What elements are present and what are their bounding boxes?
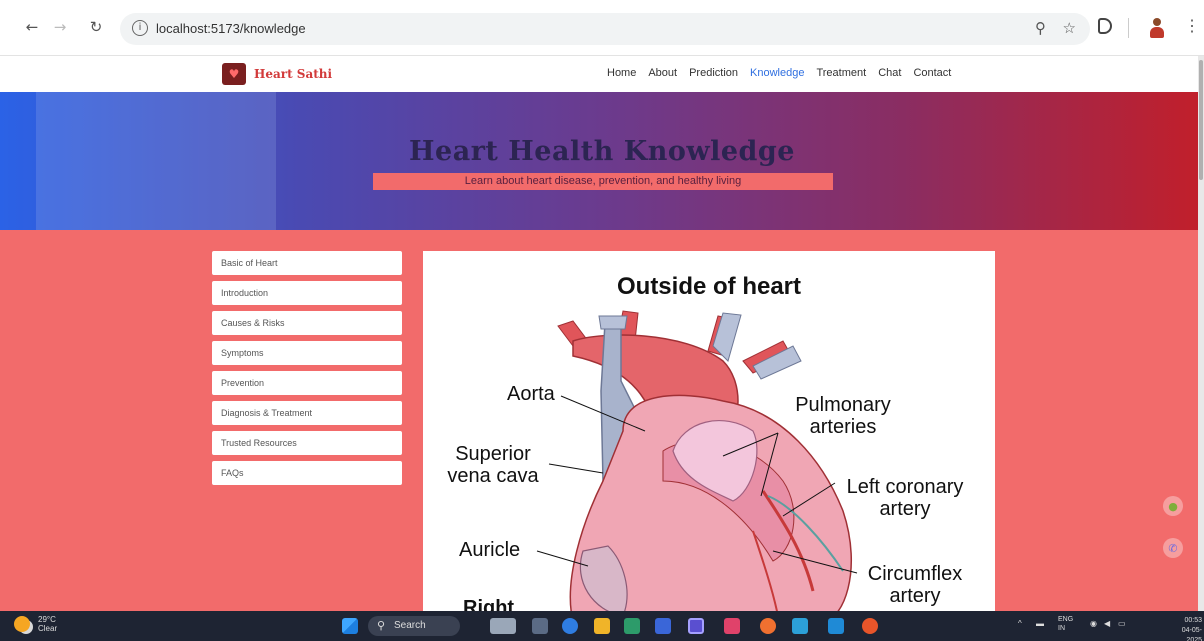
site-header: ♥ Heart Sathi Home About Prediction Know… xyxy=(0,56,1204,92)
nav-knowledge[interactable]: Knowledge xyxy=(750,67,804,79)
label-right: Right xyxy=(463,597,515,611)
forward-icon[interactable]: → xyxy=(50,18,70,36)
nav-about[interactable]: About xyxy=(648,67,677,79)
main-nav: Home About Prediction Knowledge Treatmen… xyxy=(607,67,951,79)
label-pulmonary-arteries: Pulmonary arteries xyxy=(795,394,891,438)
call-float-icon[interactable]: ✆ xyxy=(1163,538,1183,558)
sidebar-item-diagnosis[interactable]: Diagnosis & Treatment xyxy=(212,401,402,425)
chat-float-icon[interactable]: ● xyxy=(1163,496,1183,516)
browser-menu-icon[interactable]: ⋮ xyxy=(1184,16,1200,36)
label-superior-vena-cava: Superior vena cava xyxy=(447,443,539,487)
toolbar-divider xyxy=(1128,18,1129,38)
widgets-icon[interactable] xyxy=(490,618,516,634)
language-code: ENG xyxy=(1058,616,1074,623)
chrome-icon[interactable] xyxy=(760,618,776,634)
language-indicator[interactable]: ENG IN xyxy=(1058,615,1073,633)
sidebar-item-prevention[interactable]: Prevention xyxy=(212,371,402,395)
file-explorer-icon[interactable] xyxy=(594,618,610,634)
app-icon-pink[interactable] xyxy=(724,618,740,634)
os-taskbar: 29°C Clear ⚲ Search ^ ▬ ENG IN ◉ ◀ ▭ 00:… xyxy=(0,611,1204,641)
label-aorta: Aorta xyxy=(507,383,555,405)
search-label: Search xyxy=(394,620,426,631)
weather-condition: Clear xyxy=(38,624,58,633)
zoom-icon[interactable]: ⚲ xyxy=(1035,19,1046,37)
tray-app-icon[interactable]: ▬ xyxy=(1036,619,1044,628)
wifi-icon[interactable]: ◉ xyxy=(1090,619,1097,628)
task-view-icon[interactable] xyxy=(532,618,548,634)
heart-logo-icon: ♥ xyxy=(222,63,246,85)
nav-chat[interactable]: Chat xyxy=(878,67,901,79)
sidebar-item-resources[interactable]: Trusted Resources xyxy=(212,431,402,455)
tray-expand-icon[interactable]: ^ xyxy=(1018,619,1022,628)
weather-widget[interactable]: 29°C Clear xyxy=(14,615,57,633)
content-panel: Outside of heart Aorta Pulmonary arterie… xyxy=(423,251,995,611)
nav-treatment[interactable]: Treatment xyxy=(816,67,866,79)
weather-icon xyxy=(14,616,30,632)
profile-avatar-icon[interactable] xyxy=(1150,18,1164,38)
clock-date: 04-05-2025 xyxy=(1181,627,1202,641)
battery-icon[interactable]: ▭ xyxy=(1118,619,1126,628)
browser-toolbar: ← → ↻ i localhost:5173/knowledge ⚲ ☆ ⋮ xyxy=(0,0,1204,56)
diagram-title: Outside of heart xyxy=(616,273,802,300)
logo-text: Heart Sathi xyxy=(254,67,333,81)
system-clock[interactable]: 00:53 04-05-2025 xyxy=(1168,616,1202,641)
address-bar[interactable]: i localhost:5173/knowledge ⚲ ☆ xyxy=(120,13,1090,45)
sidebar-item-basics[interactable]: Basic of Heart xyxy=(212,251,402,275)
nav-contact[interactable]: Contact xyxy=(913,67,951,79)
page-title: Heart Health Knowledge xyxy=(409,136,795,167)
app-icon-blue[interactable] xyxy=(792,618,808,634)
temperature: 29°C xyxy=(38,615,56,624)
label-circumflex-artery: Circumflex artery xyxy=(867,563,963,607)
reload-icon[interactable]: ↻ xyxy=(86,18,106,36)
bookmark-star-icon[interactable]: ☆ xyxy=(1063,19,1076,37)
scrollbar-thumb[interactable] xyxy=(1199,60,1203,180)
firefox-icon[interactable] xyxy=(862,618,878,634)
back-icon[interactable]: ← xyxy=(22,18,42,36)
sidebar-item-symptoms[interactable]: Symptoms xyxy=(212,341,402,365)
nav-prediction[interactable]: Prediction xyxy=(689,67,738,79)
url-text[interactable]: localhost:5173/knowledge xyxy=(156,21,306,36)
hero-banner: Heart Health Knowledge Learn about heart… xyxy=(0,92,1204,230)
edge-icon[interactable] xyxy=(562,618,578,634)
sidebar-item-causes[interactable]: Causes & Risks xyxy=(212,311,402,335)
active-app-icon[interactable] xyxy=(688,618,704,634)
app-icon[interactable] xyxy=(655,618,671,634)
sidebar-item-faqs[interactable]: FAQs xyxy=(212,461,402,485)
store-icon[interactable] xyxy=(624,618,640,634)
label-auricle: Auricle xyxy=(459,539,521,561)
clock-time: 00:53 xyxy=(1184,617,1202,624)
language-region: IN xyxy=(1058,625,1065,632)
page-subtitle: Learn about heart disease, prevention, a… xyxy=(373,173,833,190)
taskbar-search[interactable]: ⚲ Search xyxy=(368,616,460,636)
volume-icon[interactable]: ◀ xyxy=(1104,619,1110,628)
vscode-icon[interactable] xyxy=(828,618,844,634)
extensions-icon[interactable] xyxy=(1098,18,1112,34)
nav-home[interactable]: Home xyxy=(607,67,636,79)
label-left-coronary-artery: Left coronary artery xyxy=(846,476,964,520)
search-icon: ⚲ xyxy=(377,619,386,632)
site-logo[interactable]: ♥ Heart Sathi xyxy=(222,63,332,85)
knowledge-sidebar: Basic of Heart Introduction Causes & Ris… xyxy=(212,251,402,491)
site-info-icon[interactable]: i xyxy=(132,20,148,36)
sidebar-item-introduction[interactable]: Introduction xyxy=(212,281,402,305)
windows-start-icon[interactable] xyxy=(342,618,358,634)
